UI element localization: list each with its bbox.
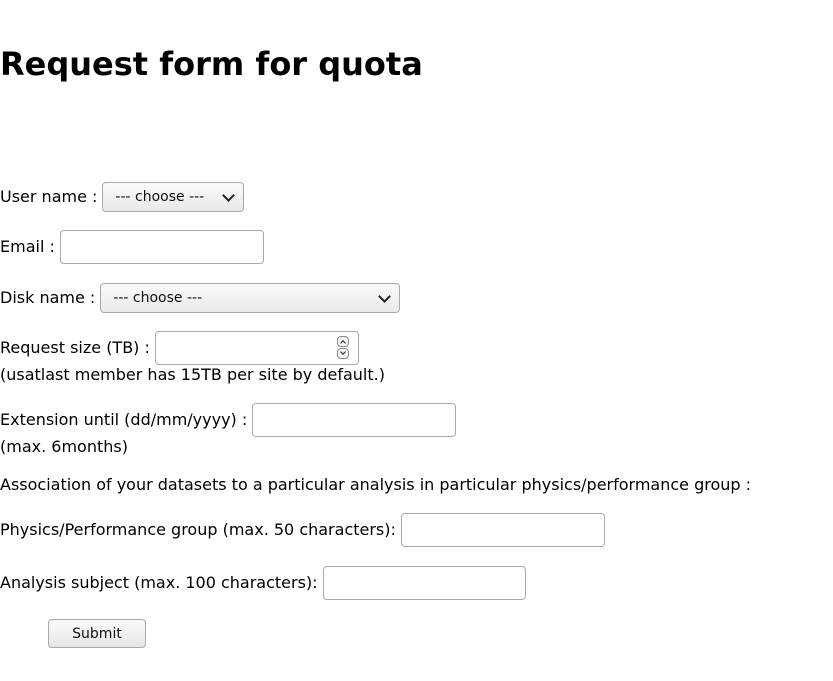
extension-row: Extension until (dd/mm/yyyy) :: [0, 403, 457, 437]
extension-label: Extension until (dd/mm/yyyy) :: [0, 410, 248, 429]
user-name-label: User name :: [0, 187, 98, 206]
quota-request-page: Request form for quota User name : --- c…: [0, 0, 833, 681]
analysis-subject-row: Analysis subject (max. 100 characters):: [0, 566, 526, 600]
user-name-row: User name : --- choose ---: [0, 180, 245, 214]
chevron-down-icon: [378, 289, 392, 303]
extension-date-field[interactable]: [252, 403, 457, 437]
request-size-row: Request size (TB) :: [0, 331, 359, 365]
request-size-number-input[interactable]: [154, 331, 359, 365]
disk-name-selected-value: --- choose ---: [113, 290, 203, 306]
chevron-down-icon: [222, 188, 236, 202]
email-row: Email :: [0, 230, 264, 264]
page-title: Request form for quota: [0, 45, 423, 83]
analysis-subject-label: Analysis subject (max. 100 characters):: [0, 573, 318, 592]
email-label: Email :: [0, 237, 55, 256]
disk-name-label: Disk name :: [0, 288, 96, 307]
disk-name-row: Disk name : --- choose ---: [0, 281, 401, 315]
request-size-spinner: [336, 336, 349, 359]
physics-group-row: Physics/Performance group (max. 50 chara…: [0, 513, 605, 547]
physics-group-label: Physics/Performance group (max. 50 chara…: [0, 520, 396, 539]
spin-down-icon[interactable]: [336, 348, 349, 359]
request-size-note: (usatlast member has 15TB per site by de…: [0, 365, 385, 384]
request-size-label: Request size (TB) :: [0, 338, 150, 357]
spin-up-icon[interactable]: [336, 336, 349, 347]
physics-group-field[interactable]: [400, 513, 605, 547]
user-name-select[interactable]: --- choose ---: [102, 182, 245, 212]
extension-note: (max. 6months): [0, 437, 128, 456]
email-field[interactable]: [59, 230, 264, 264]
association-description: Association of your datasets to a partic…: [0, 475, 752, 494]
disk-name-select[interactable]: --- choose ---: [100, 283, 401, 313]
submit-button[interactable]: Submit: [48, 619, 146, 648]
analysis-subject-field[interactable]: [322, 566, 526, 600]
user-name-selected-value: --- choose ---: [115, 189, 205, 205]
